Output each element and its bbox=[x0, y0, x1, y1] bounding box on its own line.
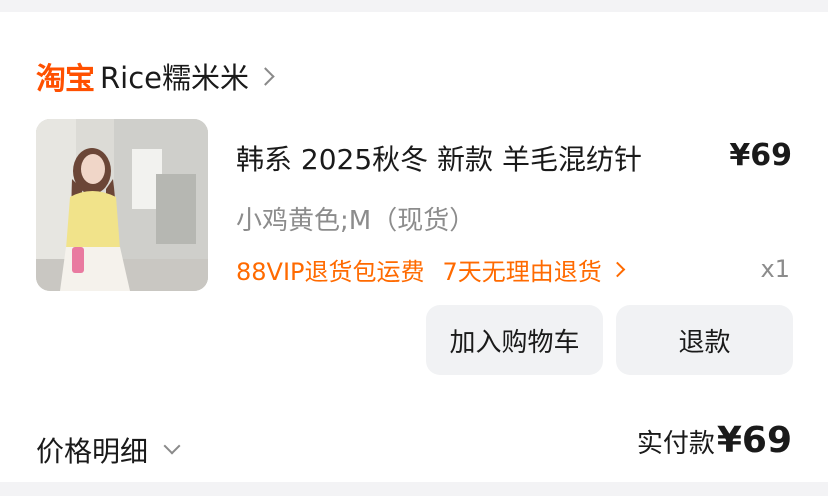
price-detail-label: 价格明细 bbox=[36, 435, 149, 468]
vip-return-shipping-tag: 88VIP退货包运费 bbox=[236, 258, 425, 286]
taobao-logo: 淘宝 bbox=[36, 62, 95, 97]
product-image[interactable] bbox=[36, 119, 208, 291]
product-photo bbox=[36, 119, 208, 291]
paid-total: 实付款 ¥69 bbox=[637, 420, 792, 461]
shop-name[interactable]: Rice糯米米 bbox=[100, 55, 249, 97]
add-to-cart-button[interactable]: 加入购物车 bbox=[426, 305, 603, 375]
price-detail-toggle[interactable]: 价格明细 bbox=[36, 430, 181, 470]
shop-header[interactable]: 淘宝 Rice糯米米 bbox=[36, 55, 275, 97]
paid-amount: ¥69 bbox=[716, 420, 792, 461]
quantity: x1 bbox=[760, 255, 790, 283]
refund-button[interactable]: 退款 bbox=[616, 305, 793, 375]
seven-day-return-tag: 7天无理由退货 bbox=[442, 258, 602, 286]
chevron-right-icon bbox=[609, 261, 626, 278]
product-price: ¥69 bbox=[729, 138, 792, 173]
order-card: 淘宝 Rice糯米米 韩系 2025秋冬 新款 羊毛混纺针 ¥69 小鸡黄色;M… bbox=[0, 12, 828, 482]
paid-label: 实付款 bbox=[636, 429, 715, 459]
chevron-down-icon bbox=[163, 437, 181, 455]
product-title[interactable]: 韩系 2025秋冬 新款 羊毛混纺针 bbox=[236, 138, 642, 178]
product-spec: 小鸡黄色;M（现货） bbox=[236, 206, 476, 236]
service-tags[interactable]: 88VIP退货包运费 7天无理由退货 bbox=[236, 252, 626, 287]
chevron-right-icon bbox=[256, 66, 275, 86]
